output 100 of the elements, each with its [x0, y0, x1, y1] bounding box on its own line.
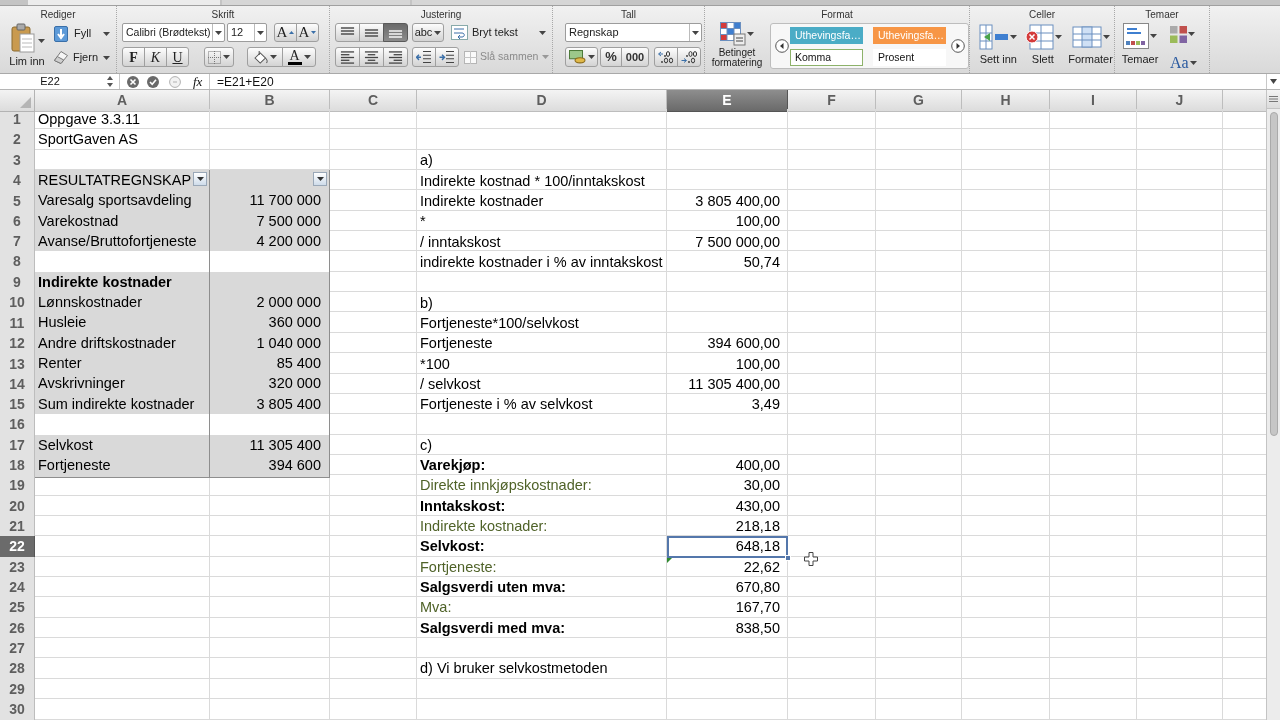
theme-fonts-button[interactable]: Aa	[1170, 54, 1197, 72]
caret-down-icon	[587, 55, 595, 59]
cell-style-tile[interactable]: Komma	[790, 48, 863, 66]
row-header[interactable]: 10	[0, 292, 35, 315]
row-header[interactable]: 26	[0, 617, 35, 640]
vertical-align-button[interactable]	[335, 23, 360, 42]
orientation-button[interactable]: abc	[412, 23, 444, 42]
formula-field[interactable]: =E21+E20	[210, 74, 1266, 89]
column-header[interactable]: B	[210, 90, 330, 112]
table-cell-text: 100,00	[734, 354, 781, 374]
grow-font-button[interactable]: A	[274, 23, 297, 42]
row-header[interactable]: 5	[0, 190, 35, 214]
increase-decimals-button[interactable]	[654, 47, 678, 67]
underline-button[interactable]: U	[166, 47, 189, 67]
row-header[interactable]: 27	[0, 637, 35, 660]
conditional-formatting-button[interactable]: Betinget formatering	[707, 22, 767, 70]
colors-button[interactable]	[1170, 24, 1195, 44]
table-cell-text: Inntakskost:	[419, 496, 507, 516]
table-cell: 4 200 000	[210, 231, 330, 254]
row-header[interactable]: 20	[0, 495, 35, 518]
row-header[interactable]: 22	[0, 536, 35, 559]
row-header[interactable]: 24	[0, 576, 35, 599]
filter-button[interactable]	[193, 172, 207, 187]
column-header[interactable]: D	[417, 90, 667, 112]
horizontal-align-button[interactable]	[335, 47, 360, 67]
horizontal-align-button[interactable]	[383, 47, 408, 67]
row-header[interactable]: 19	[0, 475, 35, 498]
cells-action-button[interactable]: Slett	[1022, 23, 1064, 70]
cells-action-button[interactable]: Formater	[1067, 23, 1114, 70]
row-header[interactable]: 21	[0, 515, 35, 538]
split-handle-icon[interactable]	[1269, 96, 1278, 102]
fill-button[interactable]: Fyll	[54, 24, 110, 43]
wrap-text-button[interactable]: Bryt tekst	[451, 23, 548, 42]
row-header[interactable]: 4	[0, 170, 35, 193]
stepper-icon[interactable]	[106, 76, 113, 87]
circle-arrow-right-icon[interactable]	[951, 39, 965, 53]
fill-handle[interactable]	[785, 555, 791, 562]
row-header[interactable]: 25	[0, 597, 35, 620]
row-header[interactable]: 3	[0, 149, 35, 172]
row-header[interactable]: 11	[0, 312, 35, 336]
table-cell: 11 700 000	[210, 190, 330, 214]
row-header[interactable]: 13	[0, 353, 35, 376]
check-icon[interactable]	[147, 75, 159, 88]
align-left-icon	[340, 50, 355, 64]
table-cell-text: Salgsverdi med mva:	[419, 618, 567, 638]
table-cell-text: 670,80	[734, 578, 781, 598]
clear-button[interactable]: Fjern	[54, 48, 110, 67]
column-header[interactable]: F	[788, 90, 876, 112]
row-header[interactable]: 2	[0, 129, 35, 152]
decrease-indent-button[interactable]	[412, 47, 436, 67]
row-header[interactable]: 30	[0, 698, 35, 720]
row-header[interactable]: 28	[0, 658, 35, 681]
row-header[interactable]: 16	[0, 414, 35, 437]
horizontal-align-button[interactable]	[359, 47, 384, 67]
vertical-align-button[interactable]	[359, 23, 384, 42]
borders-button[interactable]	[204, 47, 234, 67]
number-format-dropdown[interactable]: Regnskap	[565, 23, 702, 42]
table-cell-text: Varekjøp:	[419, 456, 487, 476]
decrease-decimals-button[interactable]	[677, 47, 701, 67]
paste-button[interactable]: Lim inn	[5, 23, 49, 70]
font-size-dropdown[interactable]: 12	[227, 23, 267, 42]
vertical-scrollbar[interactable]	[1266, 90, 1280, 720]
column-header[interactable]: J	[1137, 90, 1223, 112]
insert-function-button[interactable]: fx	[193, 74, 203, 89]
table-cell: 320 000	[210, 373, 330, 397]
cell-style-tile[interactable]: Prosent	[873, 48, 946, 66]
filter-button[interactable]	[313, 172, 327, 187]
column-header[interactable]: E	[667, 90, 788, 112]
scrollbar-thumb[interactable]	[1269, 112, 1278, 436]
shrink-font-button[interactable]: A	[296, 23, 319, 42]
font-dropdown[interactable]: Calibri (Brødtekst)	[122, 23, 225, 42]
currency-button[interactable]	[565, 47, 598, 67]
row-header[interactable]: 14	[0, 373, 35, 397]
font-color-button[interactable]: A	[282, 47, 316, 67]
row-header[interactable]: 23	[0, 556, 35, 579]
caret-down-icon	[1188, 32, 1195, 36]
group-title: Temaer	[1145, 9, 1179, 21]
circle-arrow-left-icon[interactable]	[775, 39, 789, 53]
cancel-icon[interactable]	[127, 75, 139, 88]
fill-color-button[interactable]	[247, 47, 283, 67]
thousands-button[interactable]: 000	[621, 47, 649, 67]
name-box[interactable]: E22	[0, 74, 100, 89]
table-insert-icon	[979, 24, 1010, 50]
vertical-align-button[interactable]	[383, 23, 408, 42]
column-header[interactable]: H	[962, 90, 1050, 112]
row-header[interactable]: 7	[0, 231, 35, 254]
caret-down-icon	[196, 177, 204, 182]
row-header[interactable]: 29	[0, 678, 35, 701]
bold-button[interactable]: F	[122, 47, 145, 67]
caret-down-icon[interactable]	[1270, 79, 1277, 84]
column-header[interactable]: C	[330, 90, 417, 112]
cells-action-button[interactable]: Sett inn	[978, 23, 1019, 70]
row-header[interactable]: 8	[0, 251, 35, 274]
italic-button[interactable]: K	[144, 47, 167, 67]
increase-indent-button[interactable]	[435, 47, 459, 67]
column-header[interactable]: A	[35, 90, 210, 112]
column-header[interactable]: I	[1050, 90, 1137, 112]
themes-button[interactable]: Temaer	[1118, 23, 1162, 70]
percent-button[interactable]: %	[600, 47, 622, 67]
column-header[interactable]: G	[876, 90, 962, 112]
